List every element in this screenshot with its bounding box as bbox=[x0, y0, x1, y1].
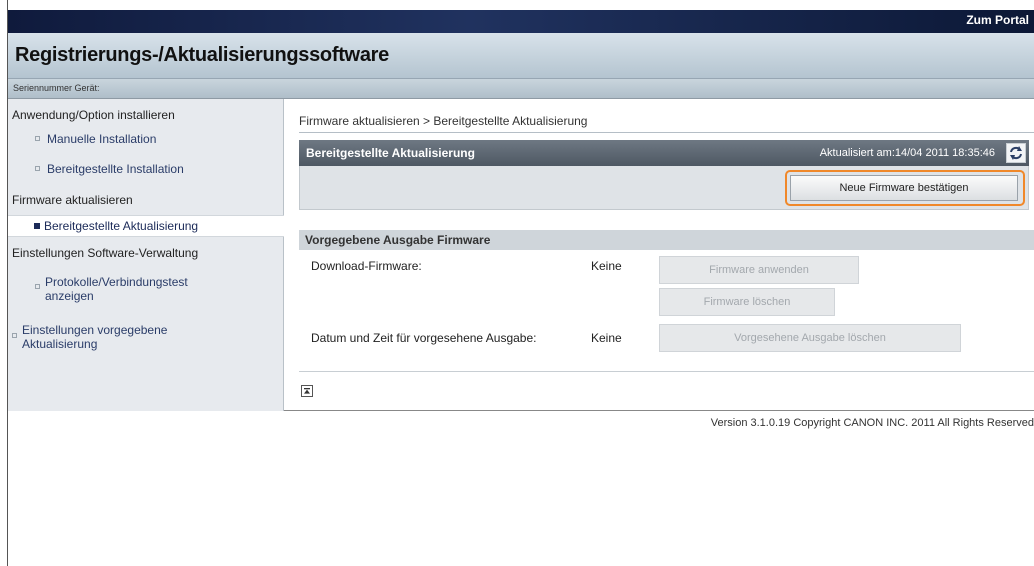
active-bullet-icon bbox=[34, 223, 40, 229]
sidebar: Anwendung/Option installieren Manuelle I… bbox=[8, 99, 284, 411]
sidebar-section-firmware: Firmware aktualisieren bbox=[12, 193, 133, 207]
page-top-icon bbox=[304, 388, 310, 394]
download-firmware-label: Download-Firmware: bbox=[311, 259, 422, 273]
page-title: Registrierungs-/Aktualisierungssoftware bbox=[15, 44, 389, 66]
scheduled-output-value: Keine bbox=[591, 331, 622, 345]
bullet-icon bbox=[35, 136, 40, 141]
sidebar-item-scheduled-update[interactable]: Einstellungen vorgegebene Aktualisierung bbox=[12, 323, 252, 353]
bullet-icon bbox=[35, 166, 40, 171]
section-title: Vorgegebene Ausgabe Firmware bbox=[305, 233, 491, 247]
top-bar: Zum Portal bbox=[8, 10, 1034, 33]
portal-link[interactable]: Zum Portal bbox=[966, 13, 1029, 27]
panel-body: Neue Firmware bestätigen bbox=[299, 166, 1029, 210]
serial-number-label: Seriennummer Gerät: bbox=[13, 83, 100, 93]
sidebar-item-label: Manuelle Installation bbox=[47, 132, 157, 146]
sidebar-item-provided-update[interactable]: Bereitgestellte Aktualisierung bbox=[8, 215, 284, 237]
bullet-icon bbox=[35, 284, 40, 289]
sidebar-item-label: Bereitgestellte Aktualisierung bbox=[44, 219, 199, 233]
sidebar-item-label: Aktualisierung bbox=[22, 337, 98, 351]
sidebar-item-label: Einstellungen vorgegebene bbox=[22, 323, 168, 337]
updated-timestamp: Aktualisiert am:14/04 2011 18:35:46 bbox=[819, 147, 995, 159]
sidebar-item-label: anzeigen bbox=[45, 289, 94, 303]
serial-bar: Seriennummer Gerät: bbox=[8, 79, 1034, 99]
sidebar-item-label: Bereitgestellte Installation bbox=[47, 162, 184, 176]
refresh-button[interactable] bbox=[1006, 143, 1026, 163]
title-bar: Registrierungs-/Aktualisierungssoftware bbox=[8, 33, 1034, 79]
app-window: Zum Portal Registrierungs-/Aktualisierun… bbox=[7, 0, 1034, 566]
download-firmware-value: Keine bbox=[591, 259, 622, 273]
delete-scheduled-output-button[interactable]: Vorgesehene Ausgabe löschen bbox=[659, 324, 961, 352]
sidebar-section-install: Anwendung/Option installieren bbox=[12, 108, 175, 122]
divider bbox=[299, 371, 1034, 372]
confirm-new-firmware-button[interactable]: Neue Firmware bestätigen bbox=[790, 175, 1018, 201]
sidebar-section-software-settings: Einstellungen Software-Verwaltung bbox=[12, 246, 199, 260]
section-header: Vorgegebene Ausgabe Firmware bbox=[299, 230, 1034, 250]
refresh-icon bbox=[1010, 146, 1022, 160]
apply-firmware-button[interactable]: Firmware anwenden bbox=[659, 256, 859, 284]
panel-header: Bereitgestellte Aktualisierung Aktualisi… bbox=[299, 140, 1029, 166]
highlight-frame: Neue Firmware bestätigen bbox=[785, 170, 1025, 206]
breadcrumb: Firmware aktualisieren > Bereitgestellte… bbox=[299, 114, 1034, 133]
copyright-footer: Version 3.1.0.19 Copyright CANON INC. 20… bbox=[710, 417, 1034, 429]
main-content: Firmware aktualisieren > Bereitgestellte… bbox=[284, 99, 1034, 411]
sidebar-item-logs[interactable]: Protokolle/Verbindungstest anzeigen bbox=[35, 275, 265, 305]
page-top-button[interactable] bbox=[301, 385, 313, 397]
delete-firmware-button[interactable]: Firmware löschen bbox=[659, 288, 835, 316]
panel-title: Bereitgestellte Aktualisierung bbox=[306, 146, 475, 160]
scheduled-output-label: Datum und Zeit für vorgesehene Ausgabe: bbox=[311, 331, 537, 345]
sidebar-item-label: Protokolle/Verbindungstest bbox=[45, 275, 188, 289]
bullet-icon bbox=[12, 333, 17, 338]
